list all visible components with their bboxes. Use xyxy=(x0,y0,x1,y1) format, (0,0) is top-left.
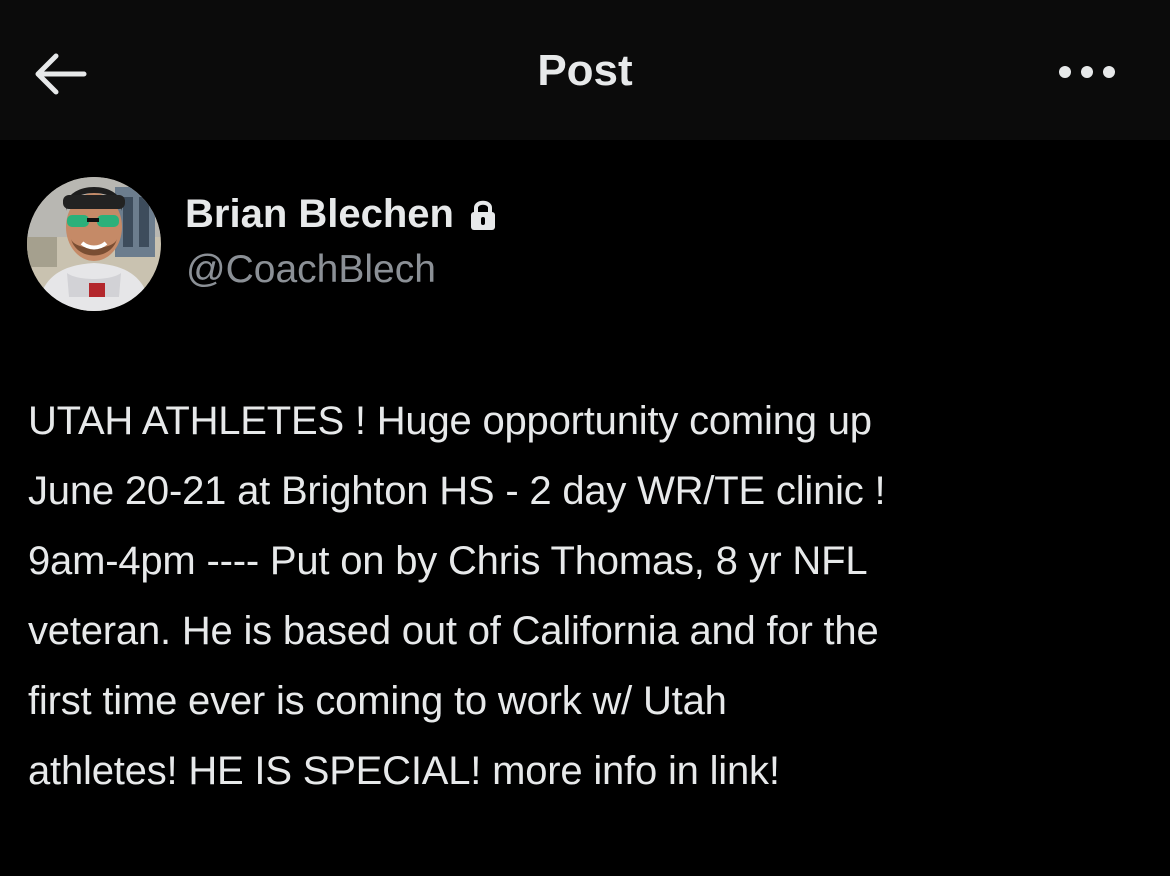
back-button[interactable] xyxy=(28,46,92,106)
author-display-name[interactable]: Brian Blechen xyxy=(185,192,498,237)
author-handle[interactable]: @CoachBlech xyxy=(186,248,436,292)
top-bar: Post xyxy=(0,0,1170,140)
author-name-text: Brian Blechen xyxy=(185,192,454,236)
arrow-left-icon xyxy=(32,52,88,101)
avatar[interactable] xyxy=(27,177,161,311)
lock-icon xyxy=(468,199,498,231)
post-text: UTAH ATHLETES ! Huge opportunity coming … xyxy=(28,399,886,793)
more-horizontal-icon xyxy=(1057,64,1117,85)
more-options-button[interactable] xyxy=(1048,48,1126,100)
page-title: Post xyxy=(537,46,633,95)
